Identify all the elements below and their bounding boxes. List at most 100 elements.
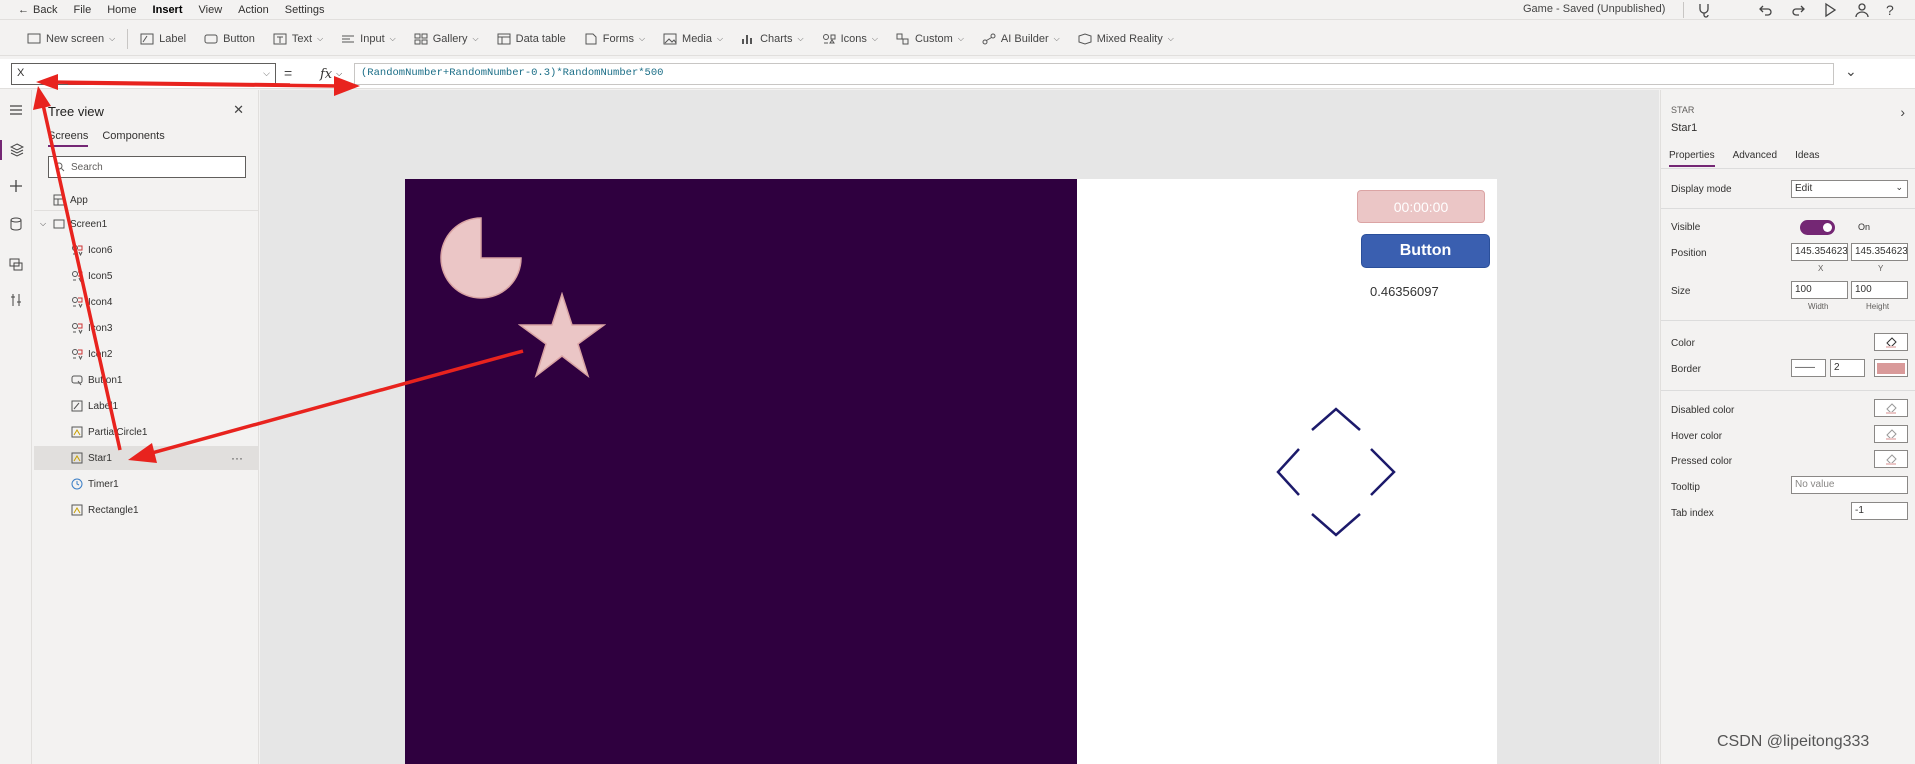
tree-node-app[interactable]: App — [34, 188, 259, 212]
menu-home[interactable]: Home — [99, 4, 144, 16]
tooltip-label: Tooltip — [1671, 482, 1700, 493]
tooltip-input[interactable]: No value — [1791, 476, 1908, 494]
new-screen-button[interactable]: New screen ⌵ — [18, 33, 124, 45]
pressed-color-picker[interactable] — [1874, 450, 1908, 468]
tree-node-icon5[interactable]: Icon5 — [34, 264, 259, 288]
label-button[interactable]: Label — [131, 33, 195, 45]
border-width-input[interactable]: 2 — [1830, 359, 1865, 377]
tree-node-star1[interactable]: Star1 ··· — [34, 446, 259, 470]
width-input[interactable]: 100 — [1791, 281, 1848, 299]
chevron-down-icon[interactable] — [1311, 513, 1361, 537]
tab-properties[interactable]: Properties — [1669, 150, 1715, 167]
help-icon[interactable]: ? — [1886, 2, 1894, 18]
divider — [1661, 390, 1915, 391]
chevron-left-icon[interactable] — [1276, 448, 1300, 496]
charts-menu[interactable]: Charts ⌵ — [732, 33, 812, 45]
close-icon[interactable]: ✕ — [233, 102, 244, 118]
gallery-menu[interactable]: Gallery ⌵ — [405, 33, 488, 45]
visible-toggle[interactable] — [1800, 220, 1835, 235]
chevron-up-icon[interactable] — [1311, 407, 1361, 431]
play-icon[interactable] — [1822, 2, 1838, 18]
tab-components[interactable]: Components — [102, 130, 164, 147]
chevron-right-icon[interactable]: › — [1900, 104, 1905, 120]
tree-node-button1[interactable]: Button1 — [34, 368, 259, 392]
ai-builder-menu[interactable]: AI Builder ⌵ — [973, 33, 1069, 45]
menu-settings[interactable]: Settings — [277, 4, 333, 16]
menu-bar: ← Back File Home Insert View Action Sett… — [0, 0, 1915, 20]
button-button[interactable]: Button — [195, 33, 264, 45]
tree-node-screen1[interactable]: ⌵ Screen1 — [34, 212, 259, 236]
control-name[interactable]: Star1 — [1671, 122, 1697, 134]
hamburger-icon[interactable] — [6, 100, 26, 120]
disabled-color-picker[interactable] — [1874, 399, 1908, 417]
chevron-down-icon: ⌵ — [109, 33, 116, 43]
app-checker-icon[interactable] — [1696, 2, 1712, 18]
mixed-reality-menu[interactable]: Mixed Reality ⌵ — [1069, 33, 1183, 45]
button1-control[interactable]: Button — [1361, 234, 1490, 268]
user-icon[interactable] — [1854, 2, 1870, 18]
chevron-down-icon: ⌵ — [317, 33, 324, 43]
color-picker[interactable] — [1874, 333, 1908, 351]
menu-file[interactable]: File — [65, 4, 99, 16]
tree-node-icon6[interactable]: Icon6 — [34, 238, 259, 262]
tree-node-icon3[interactable]: Icon3 — [34, 316, 259, 340]
tab-advanced[interactable]: Advanced — [1733, 150, 1777, 167]
icon-control-icon — [70, 295, 84, 309]
media-menu[interactable]: Media ⌵ — [654, 33, 732, 45]
tree-node-timer1[interactable]: Timer1 — [34, 472, 259, 496]
undo-icon[interactable] — [1758, 2, 1774, 18]
tree-node-icon2[interactable]: Icon2 — [34, 342, 259, 366]
forms-menu[interactable]: Forms ⌵ — [575, 33, 654, 45]
menu-insert[interactable]: Insert — [145, 4, 191, 16]
label1-control[interactable]: 0.46356097 — [1370, 284, 1439, 299]
custom-menu[interactable]: Custom ⌵ — [887, 33, 973, 45]
menu-view[interactable]: View — [191, 4, 231, 16]
position-x-input[interactable]: 145.3546239 — [1791, 243, 1848, 261]
expand-formula-icon[interactable]: ⌄ — [1845, 63, 1857, 80]
text-menu[interactable]: Text ⌵ — [264, 33, 332, 45]
formula-input[interactable]: (RandomNumber+RandomNumber-0.3)*RandomNu… — [354, 63, 1834, 85]
more-options-icon[interactable]: ··· — [231, 451, 243, 465]
tab-screens[interactable]: Screens — [48, 130, 89, 147]
tree-search-input[interactable]: Search — [48, 156, 246, 178]
hover-color-picker[interactable] — [1874, 425, 1908, 443]
size-label: Size — [1671, 286, 1691, 297]
position-y-input[interactable]: 145.3546239 — [1851, 243, 1908, 261]
tree-node-partialcircle1[interactable]: PartialCircle1 — [34, 420, 259, 444]
line-style-icon: —— — [1795, 362, 1815, 373]
fx-button[interactable]: fx ⌵ — [308, 62, 354, 86]
paint-bucket-icon — [1886, 454, 1897, 465]
redo-icon[interactable] — [1790, 2, 1806, 18]
chevron-down-icon: ⌵ — [389, 33, 396, 43]
display-mode-dropdown[interactable]: Edit ⌄ — [1791, 180, 1908, 198]
star1-shape[interactable] — [518, 292, 606, 380]
data-table-button[interactable]: Data table — [488, 33, 575, 45]
tab-ideas[interactable]: Ideas — [1795, 150, 1819, 167]
back-button[interactable]: ← Back — [0, 4, 65, 16]
property-dropdown[interactable]: X ⌵ — [11, 63, 276, 85]
properties-tabs: Properties Advanced Ideas — [1669, 150, 1820, 167]
timer1-control[interactable]: 00:00:00 — [1357, 190, 1485, 223]
chevron-right-icon[interactable] — [1370, 448, 1396, 496]
input-menu[interactable]: Input ⌵ — [332, 33, 405, 45]
media-rail-icon[interactable] — [6, 254, 26, 274]
tree-node-rectangle1[interactable]: Rectangle1 — [34, 498, 259, 522]
tree-view-icon[interactable] — [0, 140, 32, 160]
tree-node-label1[interactable]: Label1 — [34, 394, 259, 418]
tools-icon[interactable] — [6, 290, 26, 310]
gallery-icon — [414, 33, 428, 44]
paint-bucket-icon — [1886, 403, 1897, 414]
border-color-picker[interactable] — [1874, 359, 1908, 377]
height-input[interactable]: 100 — [1851, 281, 1908, 299]
data-icon[interactable] — [6, 214, 26, 234]
add-icon[interactable] — [6, 176, 26, 196]
border-style-dropdown[interactable]: —— — [1791, 359, 1826, 377]
height-sublabel: Height — [1866, 302, 1890, 311]
tree-node-icon4[interactable]: Icon4 — [34, 290, 259, 314]
tab-index-input[interactable]: -1 — [1851, 502, 1908, 520]
save-status: Game - Saved (Unpublished) — [1523, 3, 1666, 15]
icons-menu[interactable]: Icons ⌵ — [813, 33, 887, 45]
app-icon — [52, 193, 66, 207]
menu-action[interactable]: Action — [230, 4, 277, 16]
partial-circle-shape[interactable] — [440, 215, 530, 305]
